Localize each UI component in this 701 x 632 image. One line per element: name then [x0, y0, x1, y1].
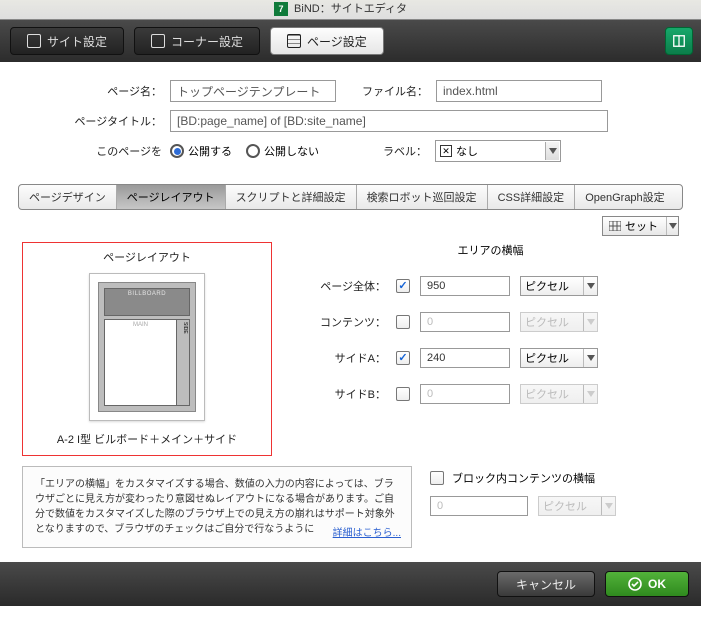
set-button-label: セット: [625, 218, 658, 234]
sideB-width-unit-text: ピクセル: [525, 386, 569, 402]
layout-thumbnail[interactable]: BILLBOARD MAIN SIDE: [89, 273, 205, 421]
block-width-unit-text: ピクセル: [543, 498, 587, 514]
note-detail-link[interactable]: 詳細はこちら...: [333, 526, 401, 541]
corner-icon: [151, 34, 165, 48]
page-width-unit[interactable]: ピクセル: [520, 276, 598, 296]
sideB-width-label: サイドB：: [302, 386, 386, 402]
cancel-button-label: キャンセル: [516, 576, 576, 593]
label-select[interactable]: ✕ なし: [435, 140, 561, 162]
layout-panel: セット ページレイアウト BILLBOARD MAIN SIDE A-2 I型 …: [0, 210, 701, 562]
contents-width-unit-text: ピクセル: [525, 314, 569, 330]
thumb-side: SIDE: [177, 319, 190, 406]
chevron-down-icon: [583, 385, 597, 403]
page-title-label: ページタイトル：: [30, 113, 170, 129]
check-circle-icon: [628, 577, 642, 591]
subtab-opengraph[interactable]: OpenGraph設定: [575, 185, 674, 209]
sideA-width-unit-text: ピクセル: [525, 350, 569, 366]
ok-button[interactable]: OK: [605, 571, 689, 597]
window-titlebar: 7 BiND：サイトエディタ: [0, 0, 701, 20]
chevron-down-icon: [583, 277, 597, 295]
tab-corner-label: コーナー設定: [171, 33, 243, 50]
subtab-design[interactable]: ページデザイン: [19, 185, 117, 209]
window-title: BiND：サイトエディタ: [294, 3, 407, 15]
chevron-down-icon: [583, 349, 597, 367]
contents-width-unit: ピクセル: [520, 312, 598, 332]
file-name-label: ファイル名：: [336, 83, 436, 99]
thumb-main: MAIN: [104, 319, 177, 406]
contents-width-label: コンテンツ：: [302, 314, 386, 330]
block-width-check[interactable]: [430, 471, 444, 485]
page-width-check[interactable]: [396, 279, 410, 293]
block-width-unit: ピクセル: [538, 496, 616, 516]
area-width-heading: エリアの横幅: [302, 242, 679, 258]
subtab-css[interactable]: CSS詳細設定: [488, 185, 576, 209]
thumb-billboard: BILLBOARD: [104, 288, 190, 316]
cancel-button[interactable]: キャンセル: [497, 571, 595, 597]
tab-corner-settings[interactable]: コーナー設定: [134, 27, 260, 55]
page-width-input[interactable]: [420, 276, 510, 296]
subtab-robot[interactable]: 検索ロボット巡回設定: [357, 185, 488, 209]
site-icon: [27, 34, 41, 48]
page-name-input[interactable]: [170, 80, 336, 102]
app-icon: 7: [274, 2, 288, 16]
block-width-label: ブロック内コンテンツの横幅: [452, 470, 595, 486]
page-width-unit-text: ピクセル: [525, 278, 569, 294]
tab-site-label: サイト設定: [47, 33, 107, 50]
grid-icon: [609, 221, 621, 231]
chevron-down-icon: [545, 142, 559, 160]
area-width-section: エリアの横幅 ページ全体： ピクセル コンテンツ： ピクセル: [302, 242, 679, 456]
sideA-width-label: サイドA：: [302, 350, 386, 366]
page-width-label: ページ全体：: [302, 278, 386, 294]
preview-icon: [672, 34, 686, 48]
sideA-width-unit[interactable]: ピクセル: [520, 348, 598, 368]
ok-button-label: OK: [648, 577, 666, 591]
page-icon: [287, 34, 301, 48]
set-button[interactable]: セット: [602, 216, 679, 236]
chevron-down-icon: [601, 497, 615, 515]
preview-button[interactable]: [665, 27, 693, 55]
sideA-width-check[interactable]: [396, 351, 410, 365]
block-width-input[interactable]: [430, 496, 528, 516]
sideB-width-input[interactable]: [420, 384, 510, 404]
sideA-width-input[interactable]: [420, 348, 510, 368]
sub-tab-bar: ページデザイン ページレイアウト スクリプトと詳細設定 検索ロボット巡回設定 C…: [18, 184, 683, 210]
publish-public-text: 公開する: [188, 143, 232, 159]
chevron-down-icon: [666, 217, 678, 235]
subtab-script[interactable]: スクリプトと詳細設定: [226, 185, 357, 209]
label-none-icon: ✕: [440, 145, 452, 157]
dialog-footer: キャンセル OK: [0, 562, 701, 606]
sideB-width-check[interactable]: [396, 387, 410, 401]
publish-public-radio[interactable]: [170, 144, 184, 158]
chevron-down-icon: [583, 313, 597, 331]
publish-label: このページを: [30, 143, 170, 159]
label-label: ラベル：: [319, 143, 435, 159]
note-box: 「エリアの横幅」をカスタマイズする場合、数値の入力の内容によっては、ブラウザごと…: [22, 466, 412, 548]
contents-width-check[interactable]: [396, 315, 410, 329]
label-value: なし: [456, 143, 478, 159]
sideB-width-unit: ピクセル: [520, 384, 598, 404]
page-form: ページ名： ファイル名： ページタイトル： このページを 公開する 公開しない …: [0, 62, 701, 180]
page-name-label: ページ名：: [30, 83, 170, 99]
contents-width-input[interactable]: [420, 312, 510, 332]
page-layout-box: ページレイアウト BILLBOARD MAIN SIDE A-2 I型 ビルボー…: [22, 242, 272, 456]
publish-private-text: 公開しない: [264, 143, 319, 159]
block-width-section: ブロック内コンテンツの横幅 ピクセル: [430, 466, 679, 548]
tab-page-label: ページ設定: [307, 33, 367, 50]
subtab-layout[interactable]: ページレイアウト: [117, 185, 226, 209]
tab-page-settings[interactable]: ページ設定: [270, 27, 384, 55]
publish-private-radio[interactable]: [246, 144, 260, 158]
page-title-input[interactable]: [170, 110, 608, 132]
tab-site-settings[interactable]: サイト設定: [10, 27, 124, 55]
file-name-input[interactable]: [436, 80, 602, 102]
layout-caption: A-2 I型 ビルボード＋メイン＋サイド: [27, 431, 267, 447]
page-layout-heading: ページレイアウト: [27, 249, 267, 265]
main-tab-bar: サイト設定 コーナー設定 ページ設定: [0, 20, 701, 62]
